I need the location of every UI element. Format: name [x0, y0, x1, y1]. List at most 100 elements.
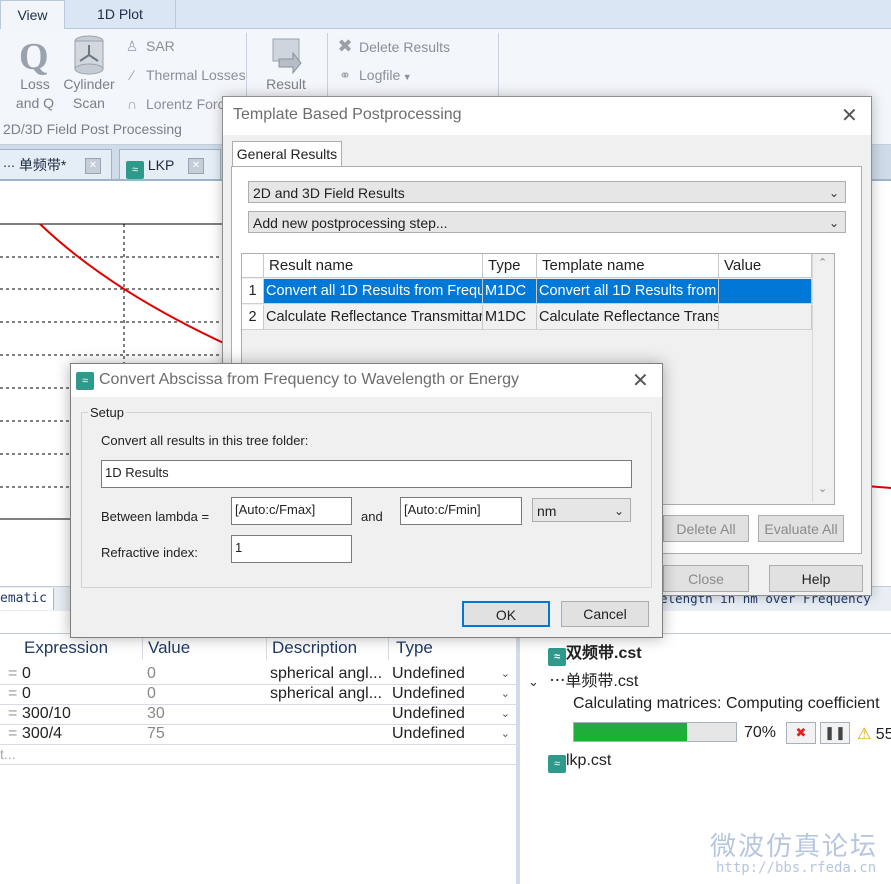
- expand-chevron-icon[interactable]: ⌄: [528, 674, 539, 689]
- column-header-value[interactable]: Value: [719, 254, 812, 278]
- table-row[interactable]: = 0 0 spherical angl... Undefined ⌄: [0, 664, 516, 685]
- cell-type[interactable]: Undefined: [392, 704, 465, 724]
- convert-abscissa-dialog: ≈ Convert Abscissa from Frequency to Wav…: [70, 363, 663, 638]
- refractive-index-field[interactable]: 1: [231, 535, 352, 563]
- paperclip-icon: ⚭: [339, 67, 351, 83]
- column-header-description[interactable]: Description: [272, 638, 357, 658]
- cell-template-name[interactable]: Convert all 1D Results from: [537, 279, 719, 304]
- ribbon-tab-1d-plot[interactable]: 1D Plot: [64, 0, 176, 28]
- cell-type[interactable]: Undefined: [392, 724, 465, 744]
- cancel-button[interactable]: Cancel: [561, 601, 649, 627]
- chevron-down-icon[interactable]: ⌄: [501, 704, 510, 724]
- cell-expression[interactable]: 300/4: [22, 724, 62, 744]
- stop-button[interactable]: ✖: [786, 722, 816, 744]
- row-number: 1: [242, 279, 264, 304]
- chevron-down-icon[interactable]: ⌄: [501, 684, 510, 704]
- setup-label: Setup: [88, 405, 126, 420]
- cell-type[interactable]: M1DC: [483, 279, 537, 304]
- result-button[interactable]: Result: [262, 33, 310, 94]
- sar-button[interactable]: ♙ SAR: [122, 35, 175, 57]
- schematic-tab[interactable]: ematic: [0, 588, 54, 610]
- cell-value[interactable]: [719, 279, 812, 304]
- pause-button[interactable]: ❚❚: [820, 722, 850, 744]
- project-item[interactable]: ≈ 双频带.cst: [548, 639, 642, 666]
- ok-button[interactable]: OK: [462, 601, 550, 627]
- logfile-button[interactable]: ⚭ Logfile ▼: [335, 64, 412, 86]
- cell-type[interactable]: Undefined: [392, 664, 465, 684]
- warning-indicator[interactable]: ⚠ 55: [857, 724, 891, 744]
- tab-general-results[interactable]: General Results: [232, 141, 342, 168]
- cell-description[interactable]: [270, 724, 386, 744]
- lambda-min-field[interactable]: [Auto:c/Fmax]: [231, 497, 352, 525]
- folder-field[interactable]: 1D Results: [101, 460, 632, 488]
- close-tab-icon[interactable]: ✕: [85, 158, 101, 174]
- refractive-index-label: Refractive index:: [101, 545, 198, 560]
- table-row[interactable]: = 300/10 30 Undefined ⌄: [0, 704, 516, 725]
- cell-expression[interactable]: t...: [0, 744, 16, 764]
- delete-all-button[interactable]: Delete All: [663, 515, 749, 542]
- help-button[interactable]: Help: [769, 565, 863, 592]
- table-row[interactable]: = 0 0 spherical angl... Undefined ⌄: [0, 684, 516, 705]
- group-label-field-post: 2D/3D Field Post Processing: [3, 121, 182, 137]
- lambda-max-field[interactable]: [Auto:c/Fmin]: [400, 497, 522, 525]
- cell-result-name[interactable]: Convert all 1D Results from Frequ: [264, 279, 483, 304]
- thermal-losses-button[interactable]: ∕ Thermal Losses: [122, 64, 246, 86]
- table-row[interactable]: 2 Calculate Reflectance Transmittar M1DC…: [242, 305, 812, 330]
- thermal-losses-label: Thermal Losses: [146, 67, 246, 83]
- lorentz-force-button[interactable]: ∩ Lorentz Force: [122, 93, 232, 115]
- table-row-new[interactable]: t...: [0, 744, 516, 765]
- chevron-down-icon[interactable]: ⌄: [501, 724, 510, 744]
- cell-description[interactable]: spherical angl...: [270, 684, 386, 704]
- delete-results-label: Delete Results: [359, 39, 451, 55]
- column-header-type[interactable]: Type: [483, 254, 537, 278]
- doc-tab-lkp[interactable]: ≈ LKP ✕: [119, 149, 221, 179]
- project-name: 单频带.cst: [565, 673, 639, 690]
- select-value: Add new postprocessing step...: [253, 215, 448, 231]
- cell-value[interactable]: [719, 305, 812, 330]
- cell-result-name[interactable]: Calculate Reflectance Transmittar: [264, 305, 483, 330]
- cell-description[interactable]: [270, 704, 386, 724]
- loss-and-q-button[interactable]: Q Loss and Q: [12, 33, 58, 113]
- table-row[interactable]: 1 Convert all 1D Results from Frequ M1DC…: [242, 279, 812, 304]
- delete-results-button[interactable]: ✖ Delete Results: [335, 35, 450, 57]
- chevron-down-icon: ⌄: [828, 216, 839, 230]
- project-item[interactable]: ≈ lkp.cst: [548, 752, 611, 773]
- column-header-value[interactable]: Value: [148, 638, 190, 658]
- cell-expression[interactable]: 0: [22, 684, 31, 704]
- parameter-table: Expression Value Description Type = 0 0 …: [0, 634, 516, 884]
- column-header-template-name[interactable]: Template name: [537, 254, 719, 278]
- close-icon[interactable]: ✕: [632, 368, 649, 393]
- project-item[interactable]: ⌄ ⋯单频带.cst: [528, 667, 638, 691]
- close-icon[interactable]: ✕: [841, 103, 858, 128]
- evaluate-all-button[interactable]: Evaluate All: [758, 515, 844, 542]
- chevron-down-icon[interactable]: ⌄: [501, 664, 510, 684]
- watermark-url: http://bbs.rfeda.cn: [716, 860, 877, 876]
- scroll-down-icon[interactable]: ⌄: [818, 482, 827, 495]
- results-type-select[interactable]: 2D and 3D Field Results ⌄: [248, 181, 846, 203]
- column-header-result-name[interactable]: Result name: [264, 254, 483, 278]
- doc-tab-single-band[interactable]: ⋯ 单频带* ✕: [0, 149, 112, 179]
- cell-description[interactable]: spherical angl...: [270, 664, 386, 684]
- cell-expression[interactable]: 0: [22, 664, 31, 684]
- cylinder-icon: [70, 33, 108, 75]
- dialog-titlebar[interactable]: Template Based Postprocessing ✕: [223, 97, 871, 135]
- cylinder-scan-button[interactable]: Cylinder Scan: [62, 33, 116, 113]
- add-step-select[interactable]: Add new postprocessing step... ⌄: [248, 211, 846, 233]
- scroll-up-icon[interactable]: ⌃: [818, 256, 827, 269]
- cell-expression[interactable]: 300/10: [22, 704, 71, 724]
- column-header-type[interactable]: Type: [396, 638, 433, 658]
- unit-select[interactable]: nm ⌄: [532, 498, 631, 522]
- chevron-down-icon: ⌄: [613, 504, 624, 518]
- close-tab-icon[interactable]: ✕: [188, 158, 204, 174]
- ribbon-tab-view[interactable]: View: [0, 0, 65, 29]
- progress-bar: [573, 722, 737, 742]
- cell-template-name[interactable]: Calculate Reflectance Trans: [537, 305, 719, 330]
- dialog-titlebar[interactable]: ≈ Convert Abscissa from Frequency to Wav…: [71, 364, 662, 397]
- cell-type[interactable]: Undefined: [392, 684, 465, 704]
- grid-scrollbar[interactable]: ⌃ ⌄: [812, 254, 834, 502]
- cell-type[interactable]: M1DC: [483, 305, 537, 330]
- column-header-expression[interactable]: Expression: [24, 638, 108, 658]
- table-row[interactable]: = 300/4 75 Undefined ⌄: [0, 724, 516, 745]
- progress-status: Calculating matrices: Computing coeffici…: [573, 695, 880, 712]
- close-button[interactable]: Close: [663, 565, 749, 592]
